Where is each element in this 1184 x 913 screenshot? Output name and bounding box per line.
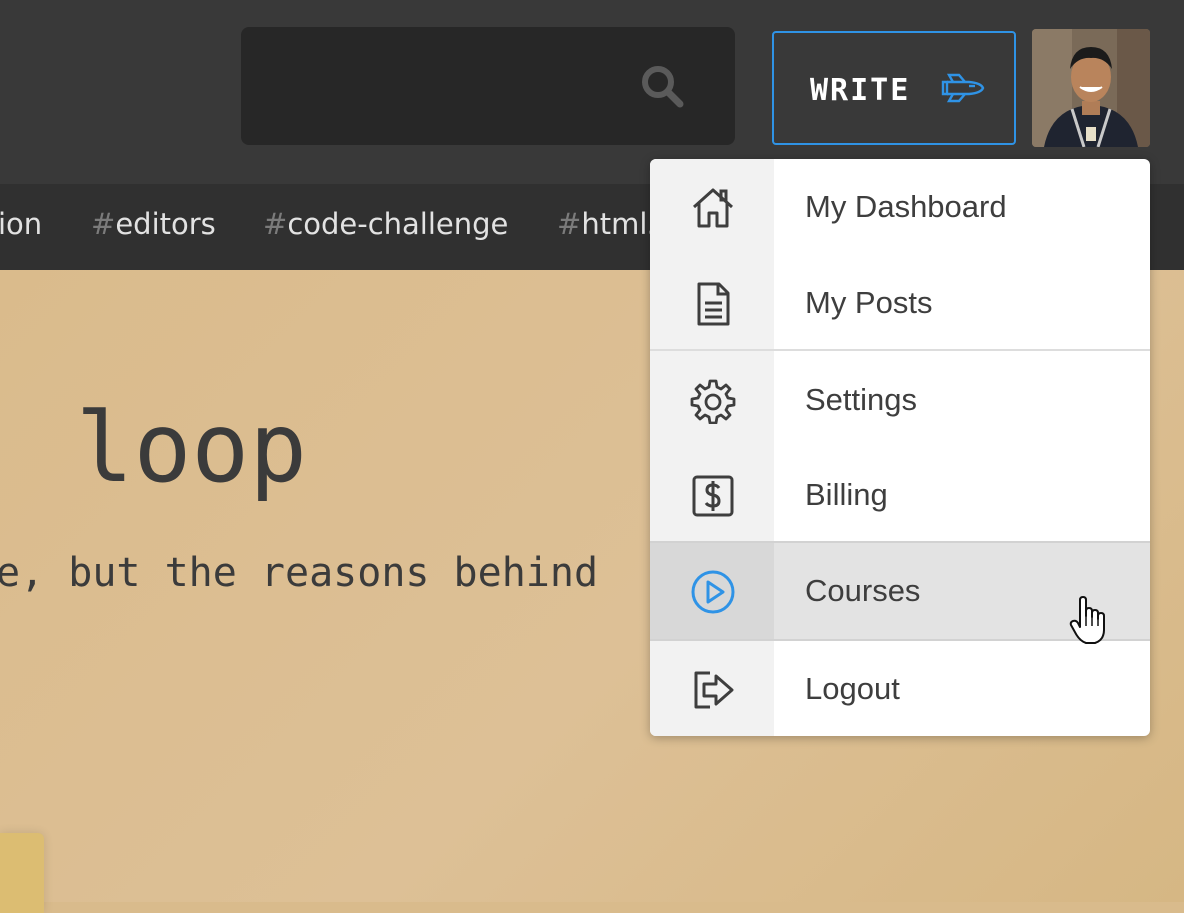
- menu-item-label: Logout: [805, 671, 900, 706]
- menu-item-label: Billing: [805, 477, 888, 512]
- menu-item-dashboard[interactable]: My Dashboard: [650, 159, 1150, 255]
- tag-link[interactable]: ion: [0, 207, 42, 241]
- dollar-icon: [692, 475, 734, 517]
- menu-item-label: My Dashboard: [805, 189, 1007, 224]
- hero-title: loop: [18, 392, 307, 504]
- tag-link[interactable]: #editors: [91, 207, 216, 241]
- menu-item-label: Settings: [805, 382, 918, 417]
- tag-link[interactable]: #code-challenge: [263, 207, 508, 241]
- menu-item-settings[interactable]: Settings: [650, 352, 1150, 448]
- menu-item-logout[interactable]: Logout: [650, 641, 1150, 736]
- user-avatar[interactable]: [1032, 29, 1150, 147]
- search-icon[interactable]: [639, 63, 685, 109]
- play-circle-icon: [691, 570, 735, 614]
- write-button[interactable]: WRITE: [772, 31, 1016, 145]
- shuttle-icon: [941, 73, 985, 103]
- menu-item-billing[interactable]: Billing: [650, 447, 1150, 543]
- logout-icon: [694, 671, 734, 709]
- gear-icon: [690, 379, 736, 424]
- avatar-image: [1032, 29, 1150, 147]
- menu-divider: [650, 349, 1150, 351]
- write-button-label: WRITE: [810, 73, 911, 108]
- document-icon: [697, 282, 730, 326]
- hero-subtitle: e, but the reasons behind: [0, 550, 599, 596]
- user-dropdown-menu: My Dashboard My Posts Settings Billing C…: [650, 159, 1150, 736]
- menu-item-my-posts[interactable]: My Posts: [650, 255, 1150, 351]
- hero-card[interactable]: [0, 833, 44, 913]
- home-icon: [692, 188, 734, 228]
- top-navbar: WRITE: [0, 0, 1184, 184]
- hand-cursor-icon: [1069, 596, 1105, 644]
- menu-item-label: My Posts: [805, 285, 933, 320]
- menu-item-label: Courses: [805, 573, 921, 608]
- search-input[interactable]: [241, 27, 735, 145]
